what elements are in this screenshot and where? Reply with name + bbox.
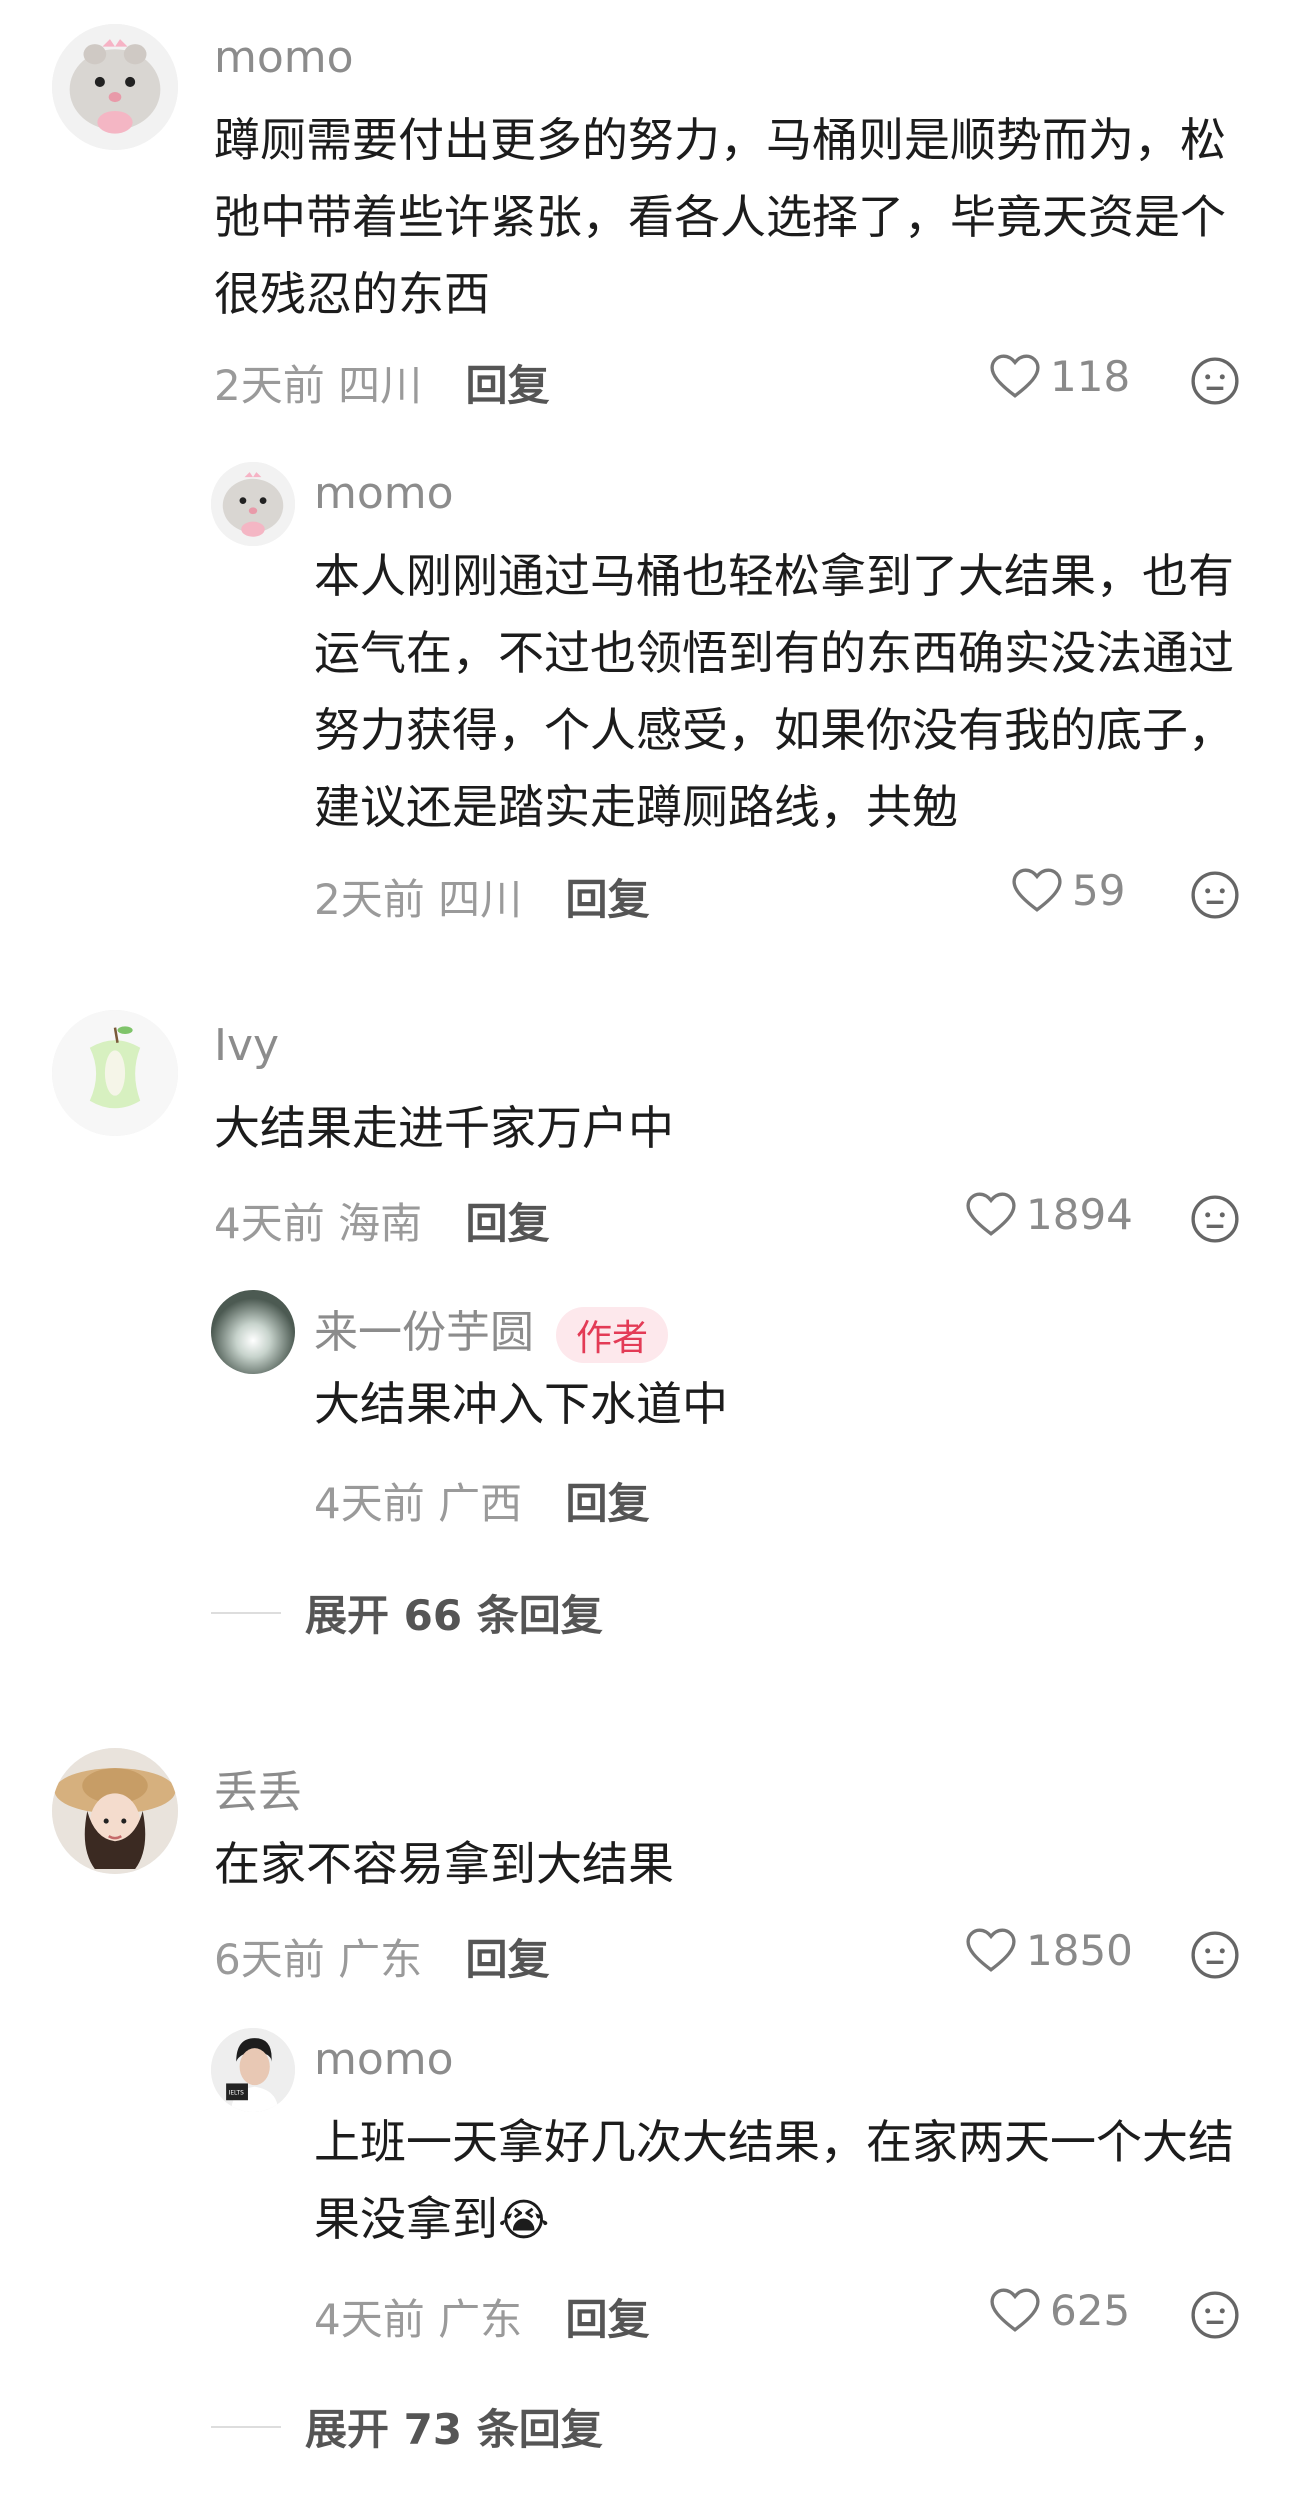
- reply-button[interactable]: 回复: [465, 361, 549, 410]
- neutral-face-icon[interactable]: [1190, 2290, 1240, 2340]
- woman-hat-avatar[interactable]: [52, 1748, 178, 1874]
- like-count: 1894: [1026, 1190, 1133, 1239]
- reply-button[interactable]: 回复: [565, 1479, 649, 1528]
- comment-location: 海南: [338, 1199, 423, 1248]
- reply-location: 广东: [438, 2295, 523, 2344]
- reply-avatar[interactable]: IELTS: [211, 2028, 295, 2112]
- apple-core-avatar[interactable]: [52, 1010, 178, 1136]
- like-button[interactable]: 1894: [966, 1190, 1133, 1239]
- heart-outline-icon: [990, 353, 1040, 398]
- comment-username[interactable]: Ivy: [214, 1020, 279, 1071]
- comment-text: 大结果走进千家万户中: [214, 1101, 674, 1155]
- like-button[interactable]: 59: [1012, 866, 1125, 915]
- heart-outline-icon: [990, 2287, 1040, 2332]
- reply-time: 4天前: [314, 2295, 425, 2344]
- hamster-avatar[interactable]: [52, 24, 178, 150]
- reply-button[interactable]: 回复: [565, 875, 649, 924]
- reply-meta: 2天前 四川 回复: [314, 866, 649, 927]
- reply-time: 4天前: [314, 1479, 425, 1528]
- like-count: 625: [1050, 2286, 1131, 2335]
- reply-time: 2天前: [314, 875, 425, 924]
- comment-location: 广东: [338, 1935, 423, 1984]
- like-count: 118: [1050, 352, 1131, 401]
- neutral-face-icon[interactable]: [1190, 1930, 1240, 1980]
- reply-location: 四川: [438, 875, 523, 924]
- like-button[interactable]: 118: [990, 352, 1130, 401]
- neutral-face-icon[interactable]: [1190, 356, 1240, 406]
- like-button[interactable]: 1850: [966, 1926, 1133, 1975]
- reply-avatar[interactable]: [211, 462, 295, 546]
- comment-text: 在家不容易拿到大结果: [214, 1837, 674, 1891]
- comment-text: 蹲厕需要付出更多的努力，马桶则是顺势而为，松弛中带着些许紧张，看各人选择了，毕竟…: [214, 113, 1226, 321]
- reply-button[interactable]: 回复: [565, 2295, 649, 2344]
- like-count: 1850: [1026, 1926, 1133, 1975]
- neutral-face-icon[interactable]: [1190, 1194, 1240, 1244]
- reply-button[interactable]: 回复: [465, 1935, 549, 1984]
- author-badge: 作者: [556, 1307, 669, 1363]
- svg-text:IELTS: IELTS: [229, 2090, 244, 2096]
- comment-meta: 6天前 广东 回复: [214, 1926, 549, 1987]
- reply-meta: 4天前 广东 回复: [314, 2286, 649, 2347]
- reply-username[interactable]: momo: [314, 468, 454, 519]
- expand-replies-label: 展开 66 条回复: [305, 1591, 603, 1640]
- like-count: 59: [1072, 866, 1126, 915]
- comment-time: 2天前: [214, 361, 325, 410]
- crying-face-emoji-icon: 😭: [498, 2195, 550, 2246]
- neutral-face-icon[interactable]: [1190, 870, 1240, 920]
- reply-username-text: 来一份芋圆: [314, 1307, 534, 1358]
- expand-replies-label: 展开 73 条回复: [305, 2405, 603, 2454]
- reply-text-content: 上班一天拿好几次大结果，在家两天一个大结果没拿到: [314, 2115, 1234, 2246]
- comment-username[interactable]: momo: [214, 32, 354, 83]
- expand-divider: [211, 2425, 281, 2428]
- heart-outline-icon: [1012, 867, 1062, 912]
- comment-location: 四川: [338, 361, 423, 410]
- comment-time: 6天前: [214, 1935, 325, 1984]
- comment-username[interactable]: 丢丢: [214, 1756, 302, 1820]
- reply-text: 本人刚刚通过马桶也轻松拿到了大结果，也有运气在，不过也领悟到有的东西确实没法通过…: [314, 549, 1234, 834]
- reply-username[interactable]: momo: [314, 2034, 454, 2085]
- expand-replies-button[interactable]: 展开 66 条回复: [211, 1582, 603, 1643]
- reply-meta: 4天前 广西 回复: [314, 1470, 649, 1531]
- reply-text: 上班一天拿好几次大结果，在家两天一个大结果没拿到😭: [314, 2104, 1269, 2259]
- expand-divider: [211, 1611, 281, 1614]
- reply-username[interactable]: 来一份芋圆 作者: [314, 1296, 669, 1363]
- comment-meta: 2天前 四川 回复: [214, 352, 549, 413]
- like-button[interactable]: 625: [990, 2286, 1130, 2335]
- heart-outline-icon: [966, 1191, 1016, 1236]
- reply-button[interactable]: 回复: [465, 1199, 549, 1248]
- comment-meta: 4天前 海南 回复: [214, 1190, 549, 1251]
- comment-time: 4天前: [214, 1199, 325, 1248]
- reply-location: 广西: [438, 1479, 523, 1528]
- heart-outline-icon: [966, 1927, 1016, 1972]
- expand-replies-button[interactable]: 展开 73 条回复: [211, 2396, 603, 2457]
- reply-avatar[interactable]: [211, 1290, 295, 1374]
- reply-text: 大结果冲入下水道中: [314, 1377, 728, 1431]
